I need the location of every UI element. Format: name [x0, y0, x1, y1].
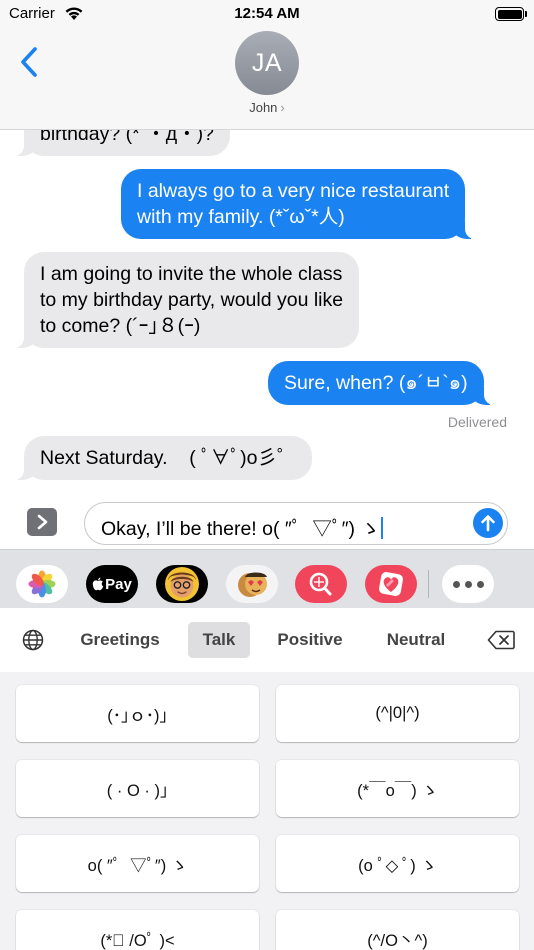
tab-neutral[interactable]: Neutral: [374, 622, 458, 658]
contact-avatar[interactable]: JA: [235, 31, 299, 95]
delivered-status: Delivered: [447, 414, 507, 430]
compose-bar: Okay, I’ll be there! o( ″ﾟ ▽ﾟ″) ゝ: [0, 488, 534, 549]
ellipsis-dot: [452, 580, 460, 588]
kaomoji-grid: (･｣ｏ･)｣ (^|0|^) ( · O · )｣ (*￣o￣) ゝ o( ″…: [0, 672, 534, 950]
sent-message[interactable]: Sure, when? (๑´ㅂ`๑): [268, 361, 494, 405]
image-search-app-button[interactable]: [295, 565, 347, 603]
stickers-app-button[interactable]: [226, 565, 278, 603]
sent-message[interactable]: I always go to a very nice restaurant wit…: [121, 169, 476, 239]
kaomoji-key[interactable]: (*ﾟ /Oﾟ )<: [16, 910, 259, 950]
tab-talk[interactable]: Talk: [188, 622, 250, 658]
received-message[interactable]: Next Saturday. ( ﾟ∀ﾟ)o彡゜: [13, 436, 313, 480]
status-bar: Carrier 12:54 AM: [0, 0, 534, 28]
app-drawer: Pay: [0, 549, 534, 608]
message-text: to my birthday party, would you like: [40, 289, 344, 311]
memoji-app-button[interactable]: [156, 565, 208, 603]
kaomoji-keyboard: Greetings Talk Positive Neutral (･｣ｏ･)｣ …: [0, 608, 534, 950]
contact-name: John: [249, 100, 278, 115]
kaomoji-key[interactable]: (･｣ｏ･)｣: [16, 685, 259, 742]
back-chevron-icon[interactable]: [18, 44, 42, 80]
message-text: with my family. (*ˇωˇ*人): [137, 206, 345, 228]
chevron-right-icon: ›: [280, 100, 285, 115]
message-input-text: Okay, I’ll be there! o( ″ﾟ ▽ﾟ″) ゝ: [101, 518, 380, 540]
battery-icon: [495, 7, 524, 21]
message-text: Next Saturday. ( ﾟ∀ﾟ)o彡゜: [40, 447, 297, 469]
text-caret: [380, 517, 383, 539]
apple-pay-button[interactable]: Pay: [86, 565, 138, 603]
kaomoji-key[interactable]: (^/O丶^): [276, 910, 519, 950]
ellipsis-dot: [476, 580, 484, 588]
message-text: birthday? (*´・д・)?: [40, 130, 214, 145]
send-button[interactable]: [473, 508, 503, 538]
backspace-icon[interactable]: [487, 630, 515, 650]
memoji-icon: [165, 567, 199, 601]
kaomoji-key[interactable]: ( · O · )｣: [16, 760, 259, 817]
received-message[interactable]: birthday? (*´・д・)?: [14, 130, 230, 156]
message-text: I always go to a very nice restaurant: [137, 180, 450, 202]
apple-pay-label: Pay: [105, 575, 132, 593]
drawer-divider: [428, 570, 429, 598]
conversation-header: JA John ›: [0, 28, 534, 130]
kaomoji-key[interactable]: (^|0|^): [276, 685, 519, 742]
category-tabs: Greetings Talk Positive Neutral: [0, 608, 534, 672]
apple-logo-icon: [92, 577, 104, 591]
arrow-up-icon: [481, 515, 495, 532]
tab-positive[interactable]: Positive: [266, 622, 354, 658]
kaomoji-key[interactable]: (*￣o￣) ゝ: [276, 760, 519, 817]
chevron-right-icon: [37, 514, 48, 530]
contact-name-row[interactable]: John ›: [0, 100, 534, 115]
photos-icon: [28, 570, 56, 598]
more-apps-button[interactable]: [442, 565, 494, 603]
ellipsis-dot: [464, 580, 472, 588]
stickers-icon: [238, 572, 267, 597]
status-time: 12:54 AM: [234, 5, 300, 22]
message-thread[interactable]: birthday? (*´・д・)? I always go to a very…: [0, 130, 534, 488]
received-message[interactable]: I am going to invite the whole class to m…: [13, 252, 360, 348]
message-text: to come? (´ｰ｣８(ｰ): [40, 315, 201, 337]
kaomoji-key[interactable]: (o ﾟ◇ ﾟ) ゝ: [276, 835, 519, 892]
expand-apps-button[interactable]: [27, 508, 57, 536]
battery-tip: [525, 11, 527, 17]
tab-greetings[interactable]: Greetings: [70, 622, 170, 658]
globe-icon[interactable]: [22, 629, 44, 651]
photos-app-button[interactable]: [16, 565, 68, 603]
message-text: Sure, when? (๑´ㅂ`๑): [284, 372, 468, 394]
message-text: I am going to invite the whole class: [40, 263, 343, 285]
image-search-icon: [309, 572, 332, 596]
message-input[interactable]: Okay, I’ll be there! o( ″ﾟ ▽ﾟ″) ゝ: [84, 502, 508, 545]
kaomoji-key[interactable]: o( ″ﾟ ▽ﾟ″) ゝ: [16, 835, 259, 892]
heart-app-icon: [379, 572, 403, 596]
heart-app-button[interactable]: [365, 565, 417, 603]
